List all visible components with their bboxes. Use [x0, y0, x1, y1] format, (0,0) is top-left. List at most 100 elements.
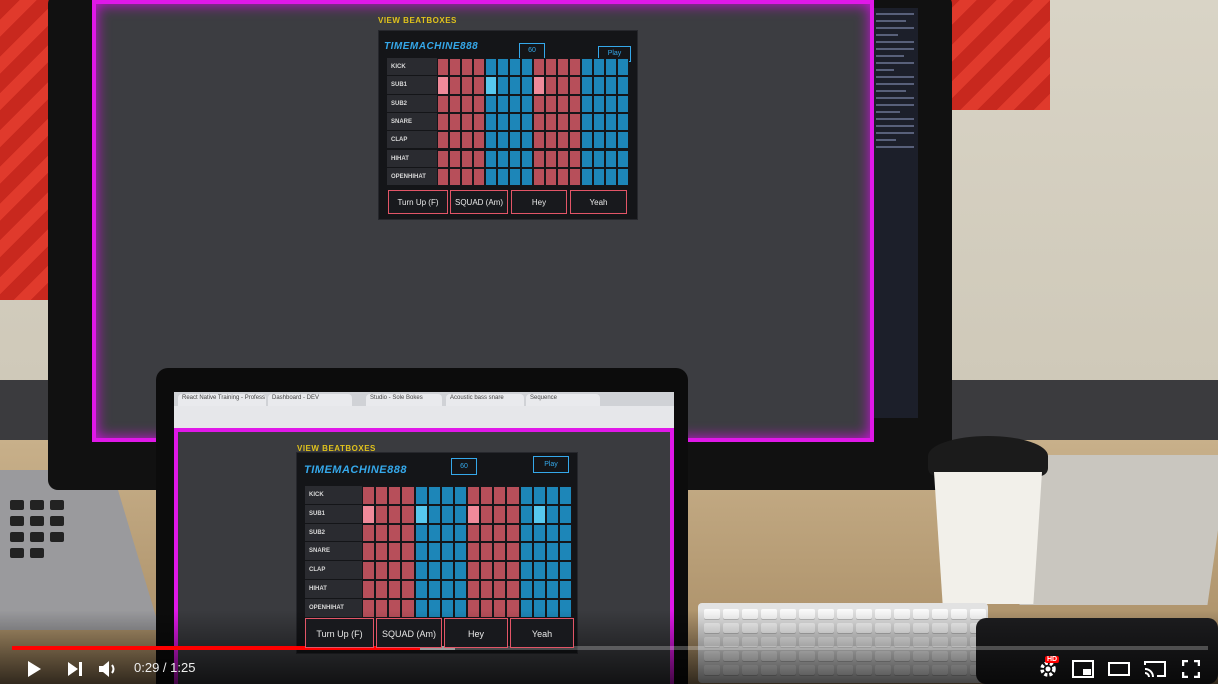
- step-pad[interactable]: [545, 504, 559, 524]
- step-pad[interactable]: [617, 112, 629, 132]
- step-pad[interactable]: [467, 542, 481, 562]
- step-pad[interactable]: [473, 112, 485, 132]
- step-pad[interactable]: [569, 58, 581, 77]
- step-pad[interactable]: [427, 523, 441, 543]
- step-pad[interactable]: [461, 131, 473, 150]
- step-pad[interactable]: [506, 561, 520, 580]
- step-pad[interactable]: [545, 94, 557, 113]
- step-pad[interactable]: [388, 542, 402, 562]
- step-pad[interactable]: [545, 76, 557, 95]
- step-pad[interactable]: [519, 580, 533, 599]
- preset-button[interactable]: Turn Up (F): [305, 618, 374, 648]
- step-pad[interactable]: [388, 504, 402, 524]
- step-pad[interactable]: [581, 112, 593, 132]
- step-pad[interactable]: [593, 149, 605, 168]
- step-pad[interactable]: [414, 580, 428, 599]
- step-pad[interactable]: [581, 94, 593, 113]
- step-pad[interactable]: [473, 94, 485, 113]
- step-pad[interactable]: [375, 542, 389, 562]
- step-pad[interactable]: [427, 561, 441, 580]
- step-pad[interactable]: [506, 580, 520, 599]
- step-pad[interactable]: [593, 94, 605, 113]
- step-pad[interactable]: [509, 94, 521, 113]
- step-pad[interactable]: [558, 561, 572, 580]
- step-pad[interactable]: [532, 486, 546, 505]
- next-button[interactable]: [62, 656, 88, 682]
- step-pad[interactable]: [617, 58, 629, 77]
- step-pad[interactable]: [461, 58, 473, 77]
- step-pad[interactable]: [533, 131, 545, 150]
- preset-button[interactable]: Hey: [444, 618, 508, 648]
- step-pad[interactable]: [533, 76, 545, 95]
- step-pad[interactable]: [401, 542, 415, 562]
- step-pad[interactable]: [449, 94, 461, 113]
- step-pad[interactable]: [558, 504, 572, 524]
- step-pad[interactable]: [440, 561, 454, 580]
- step-pad[interactable]: [437, 76, 449, 95]
- step-pad[interactable]: [493, 504, 507, 524]
- step-pad[interactable]: [388, 486, 402, 505]
- step-pad[interactable]: [605, 94, 617, 113]
- step-pad[interactable]: [605, 149, 617, 168]
- step-pad[interactable]: [453, 542, 467, 562]
- step-pad[interactable]: [569, 131, 581, 150]
- step-pad[interactable]: [414, 542, 428, 562]
- step-pad[interactable]: [545, 131, 557, 150]
- step-pad[interactable]: [509, 131, 521, 150]
- step-pad[interactable]: [532, 561, 546, 580]
- miniplayer-button[interactable]: [1070, 656, 1096, 682]
- step-pad[interactable]: [493, 523, 507, 543]
- step-pad[interactable]: [533, 58, 545, 77]
- browser-tab[interactable]: Acoustic bass snare: [446, 394, 524, 406]
- step-pad[interactable]: [506, 486, 520, 505]
- step-pad[interactable]: [388, 580, 402, 599]
- step-pad[interactable]: [569, 112, 581, 132]
- step-pad[interactable]: [521, 58, 533, 77]
- step-pad[interactable]: [605, 131, 617, 150]
- step-pad[interactable]: [449, 112, 461, 132]
- step-pad[interactable]: [605, 167, 617, 187]
- step-pad[interactable]: [401, 580, 415, 599]
- step-pad[interactable]: [362, 486, 376, 505]
- view-beatboxes-link[interactable]: VIEW BEATBOXES: [378, 16, 457, 25]
- step-pad[interactable]: [362, 561, 376, 580]
- step-pad[interactable]: [545, 561, 559, 580]
- step-pad[interactable]: [388, 523, 402, 543]
- step-pad[interactable]: [473, 167, 485, 187]
- step-pad[interactable]: [557, 149, 569, 168]
- step-pad[interactable]: [558, 523, 572, 543]
- step-pad[interactable]: [401, 523, 415, 543]
- step-pad[interactable]: [401, 504, 415, 524]
- step-pad[interactable]: [545, 580, 559, 599]
- step-pad[interactable]: [509, 167, 521, 187]
- step-pad[interactable]: [521, 131, 533, 150]
- browser-tab[interactable]: React Native Training - Profess: [178, 394, 266, 406]
- browser-tab[interactable]: Sequence: [526, 394, 600, 406]
- step-pad[interactable]: [545, 523, 559, 543]
- step-pad[interactable]: [497, 94, 509, 113]
- step-pad[interactable]: [519, 542, 533, 562]
- step-pad[interactable]: [480, 504, 494, 524]
- step-pad[interactable]: [362, 542, 376, 562]
- step-pad[interactable]: [437, 112, 449, 132]
- browser-tab[interactable]: Dashboard - DEV: [268, 394, 352, 406]
- step-pad[interactable]: [593, 167, 605, 187]
- step-pad[interactable]: [593, 131, 605, 150]
- step-pad[interactable]: [521, 112, 533, 132]
- step-pad[interactable]: [437, 149, 449, 168]
- step-pad[interactable]: [473, 149, 485, 168]
- bpm-input[interactable]: 60: [519, 43, 545, 59]
- step-pad[interactable]: [449, 76, 461, 95]
- play-button[interactable]: [21, 656, 47, 682]
- step-pad[interactable]: [473, 58, 485, 77]
- step-pad[interactable]: [593, 58, 605, 77]
- step-pad[interactable]: [519, 504, 533, 524]
- step-pad[interactable]: [485, 76, 497, 95]
- step-pad[interactable]: [375, 523, 389, 543]
- step-pad[interactable]: [545, 58, 557, 77]
- step-pad[interactable]: [449, 167, 461, 187]
- bpm-input[interactable]: 60: [451, 458, 477, 475]
- step-pad[interactable]: [414, 561, 428, 580]
- step-pad[interactable]: [545, 542, 559, 562]
- step-pad[interactable]: [375, 561, 389, 580]
